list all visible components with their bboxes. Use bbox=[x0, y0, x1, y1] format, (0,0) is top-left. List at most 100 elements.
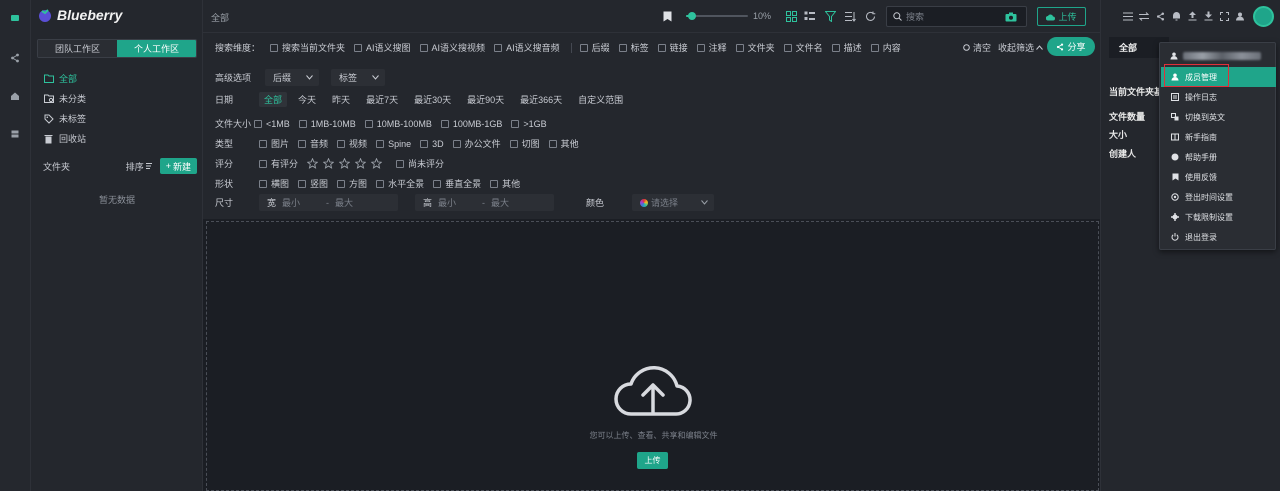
menu-item-help[interactable]: 帮助手册 bbox=[1161, 147, 1276, 167]
shape-option[interactable]: 其他 bbox=[490, 177, 520, 190]
sidebar-item-all[interactable]: 全部 bbox=[43, 72, 77, 85]
type-option[interactable]: 视频 bbox=[337, 137, 367, 150]
shape-option[interactable]: 竖图 bbox=[298, 177, 328, 190]
user-settings-icon[interactable] bbox=[1235, 11, 1245, 21]
type-option[interactable]: 图片 bbox=[259, 137, 289, 150]
date-option[interactable]: 自定义范围 bbox=[573, 92, 628, 107]
shape-option[interactable]: 水平全景 bbox=[376, 177, 424, 190]
library-icon[interactable] bbox=[7, 10, 23, 26]
bookmark-icon[interactable] bbox=[660, 9, 674, 23]
sort-order-icon[interactable] bbox=[843, 9, 857, 23]
field-option[interactable]: 内容 bbox=[870, 41, 901, 54]
download-icon[interactable] bbox=[1203, 11, 1213, 21]
date-option[interactable]: 最近30天 bbox=[409, 92, 456, 107]
sidebar-item-trash[interactable]: 回收站 bbox=[43, 132, 86, 145]
menu-item-operation-log[interactable]: 操作日志 bbox=[1161, 87, 1276, 107]
shape-option[interactable]: 垂直全景 bbox=[433, 177, 481, 190]
date-option[interactable]: 全部 bbox=[259, 92, 288, 107]
date-option[interactable]: 最近366天 bbox=[515, 92, 567, 107]
menu-item-logout-time[interactable]: 登出时间设置 bbox=[1161, 187, 1276, 207]
shape-option[interactable]: 横图 bbox=[259, 177, 289, 190]
color-select[interactable]: 请选择 bbox=[632, 194, 715, 211]
field-option[interactable]: 注释 bbox=[696, 41, 727, 54]
menu-item-download-limit[interactable]: 下载限制设置 bbox=[1161, 207, 1276, 227]
field-option[interactable]: 文件夹 bbox=[735, 41, 775, 54]
share-icon[interactable] bbox=[1155, 11, 1165, 21]
grid-view-icon[interactable] bbox=[784, 9, 798, 23]
upload-dropzone[interactable]: 您可以上传、查看、共享和编辑文件 上传 bbox=[206, 221, 1099, 491]
upload-button-top[interactable]: 上传 bbox=[1037, 7, 1086, 26]
field-option[interactable]: 后缀 bbox=[579, 41, 610, 54]
new-folder-button[interactable]: + 新建 bbox=[159, 158, 197, 174]
scope-option[interactable]: AI语义搜音频 bbox=[494, 41, 560, 54]
field-option[interactable]: 描述 bbox=[831, 41, 862, 54]
share-icon[interactable] bbox=[7, 50, 23, 66]
menu-item-logout[interactable]: 退出登录 bbox=[1161, 227, 1276, 247]
menu-item-feedback[interactable]: 使用反馈 bbox=[1161, 167, 1276, 187]
suffix-select[interactable]: 后缀 bbox=[265, 69, 320, 86]
type-option[interactable]: 其他 bbox=[548, 137, 579, 150]
shape-option[interactable]: 方图 bbox=[337, 177, 367, 190]
zoom-slider[interactable] bbox=[686, 12, 748, 20]
type-option[interactable]: 办公文件 bbox=[452, 137, 501, 150]
type-option[interactable]: 3D bbox=[420, 139, 444, 149]
size-option[interactable]: >1GB bbox=[511, 119, 547, 129]
size-option[interactable]: <1MB bbox=[254, 119, 290, 129]
sidebar-item-uncategorized[interactable]: 未分类 bbox=[43, 92, 86, 105]
date-option[interactable]: 最近7天 bbox=[361, 92, 403, 107]
bell-icon[interactable] bbox=[1171, 11, 1181, 21]
menu-item-switch-language[interactable]: 切换到英文 bbox=[1161, 107, 1276, 127]
tab-team-workspace[interactable]: 团队工作区 bbox=[38, 40, 117, 57]
refresh-icon[interactable] bbox=[863, 9, 877, 23]
avatar[interactable] bbox=[1253, 6, 1274, 27]
star-icon[interactable] bbox=[307, 158, 319, 169]
folder-icon bbox=[43, 73, 54, 84]
scope-option[interactable]: AI语义搜视频 bbox=[419, 41, 485, 54]
star-icon[interactable] bbox=[371, 158, 383, 169]
menu-item-guide[interactable]: 新手指南 bbox=[1161, 127, 1276, 147]
type-option[interactable]: Spine bbox=[376, 139, 411, 149]
star-icon[interactable] bbox=[355, 158, 367, 169]
camera-icon[interactable] bbox=[1005, 12, 1017, 22]
storage-icon[interactable] bbox=[7, 126, 23, 142]
scope-option[interactable]: AI语义搜图 bbox=[354, 41, 411, 54]
list-view-icon[interactable] bbox=[802, 9, 816, 23]
clear-button[interactable]: 清空 bbox=[963, 41, 991, 54]
upload-icon[interactable] bbox=[1187, 11, 1197, 21]
home-icon[interactable] bbox=[7, 88, 23, 104]
field-option[interactable]: 链接 bbox=[657, 41, 688, 54]
upload-button[interactable]: 上传 bbox=[637, 452, 668, 469]
fullscreen-icon[interactable] bbox=[1219, 11, 1229, 21]
menu-item-member-management[interactable]: 成员管理 bbox=[1161, 67, 1276, 87]
star-rating[interactable] bbox=[307, 158, 383, 169]
swap-icon[interactable] bbox=[1139, 11, 1149, 21]
tag-select[interactable]: 标签 bbox=[331, 69, 386, 86]
search-box[interactable] bbox=[886, 6, 1027, 27]
search-input[interactable] bbox=[906, 11, 1001, 22]
size-option[interactable]: 10MB-100MB bbox=[364, 119, 432, 129]
share-button[interactable]: 分享 bbox=[1047, 37, 1095, 56]
width-range-input[interactable]: 宽 最小 - 最大 bbox=[259, 194, 399, 211]
date-option[interactable]: 最近90天 bbox=[462, 92, 509, 107]
date-option[interactable]: 昨天 bbox=[327, 92, 355, 107]
size-option[interactable]: 1MB-10MB bbox=[298, 119, 356, 129]
collapse-filter-button[interactable]: 收起筛选 bbox=[998, 41, 1043, 54]
date-option[interactable]: 今天 bbox=[293, 92, 321, 107]
size-option[interactable]: 100MB-1GB bbox=[440, 119, 502, 129]
star-icon[interactable] bbox=[339, 158, 351, 169]
field-option[interactable]: 标签 bbox=[618, 41, 649, 54]
field-option[interactable]: 文件名 bbox=[783, 41, 823, 54]
sidebar-item-untagged[interactable]: 未标签 bbox=[43, 112, 86, 125]
rating-none-option[interactable]: 尚未评分 bbox=[396, 157, 444, 170]
type-option[interactable]: 切图 bbox=[509, 137, 540, 150]
list-icon[interactable] bbox=[1123, 11, 1133, 21]
zoom-slider-knob[interactable] bbox=[688, 12, 697, 20]
sort-button[interactable]: 排序 bbox=[126, 160, 154, 173]
filter-icon[interactable] bbox=[823, 9, 837, 23]
star-icon[interactable] bbox=[323, 158, 335, 169]
scope-option[interactable]: 搜索当前文件夹 bbox=[270, 41, 345, 54]
type-option[interactable]: 音频 bbox=[298, 137, 328, 150]
tab-personal-workspace[interactable]: 个人工作区 bbox=[117, 40, 196, 57]
height-range-input[interactable]: 高 最小 - 最大 bbox=[415, 194, 555, 211]
rating-has-option[interactable]: 有评分 bbox=[259, 157, 298, 170]
